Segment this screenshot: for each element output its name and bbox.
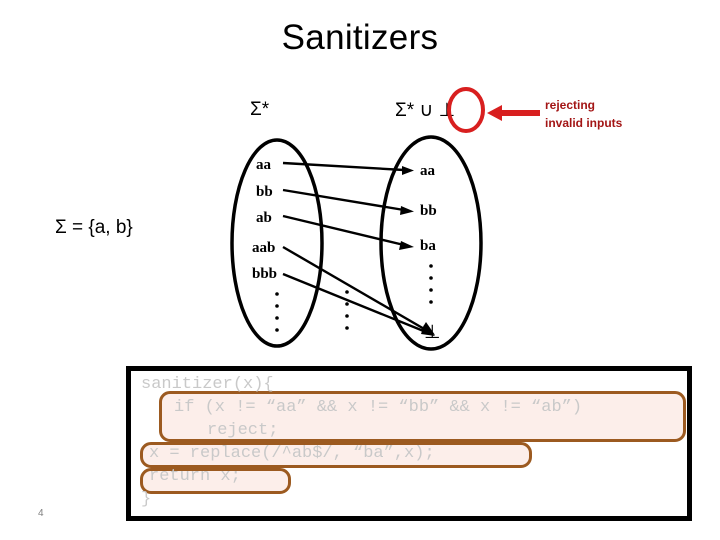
mapping-arrow-bb-to-bb xyxy=(282,188,414,215)
mapping-arrow-aa-to-aa xyxy=(282,161,414,175)
red-pointer-arrow xyxy=(487,105,540,121)
code-line-closing-brace: } xyxy=(141,490,152,509)
left-element-aab: aab xyxy=(252,240,275,256)
mapping-arrow-aab-to-bottom xyxy=(282,245,435,335)
code-block: sanitizer(x){ if (x != “aa” && x != “bb”… xyxy=(126,366,692,521)
left-element-bb: bb xyxy=(256,184,273,200)
code-block-content: sanitizer(x){ if (x != “aa” && x != “bb”… xyxy=(131,371,687,516)
right-set-label: Σ* ∪ ⊥ xyxy=(395,100,456,121)
right-set-ellipsis xyxy=(429,264,433,304)
code-line-replace: x = replace(/^ab$/, “ba”,x); xyxy=(149,444,435,463)
left-element-aa: aa xyxy=(256,157,272,173)
left-set-ellipse xyxy=(230,138,324,348)
rejecting-invalid-inputs-annotation: rejecting invalid inputs xyxy=(545,96,705,132)
right-element-aa: aa xyxy=(420,163,436,179)
code-line-if: if (x != “aa” && x != “bb” && x != “ab”) xyxy=(174,398,583,417)
right-element-bottom: ⊥ xyxy=(424,322,441,343)
right-element-ba: ba xyxy=(420,238,436,254)
page-title: Sanitizers xyxy=(281,18,439,57)
slide-canvas: Sanitizers Σ* Σ* ∪ ⊥ Σ = {a, b} rejectin… xyxy=(0,0,720,540)
left-element-ab: ab xyxy=(256,210,272,226)
left-set-label: Σ* xyxy=(250,99,270,120)
right-element-bb: bb xyxy=(420,203,437,219)
left-set-ellipsis xyxy=(275,292,279,332)
annotation-line-1: rejecting xyxy=(545,98,596,112)
slide-page-number: 4 xyxy=(38,508,44,519)
left-element-bbb: bbb xyxy=(252,266,277,282)
code-line-reject: reject; xyxy=(207,421,279,440)
annotation-line-2: invalid inputs xyxy=(545,116,623,130)
mapping-arrow-bbb-to-bottom xyxy=(282,272,435,336)
middle-ellipsis xyxy=(345,290,349,330)
right-set-ellipse xyxy=(379,135,483,351)
code-line-sanitizer: sanitizer(x){ xyxy=(141,375,274,394)
alphabet-definition-label: Σ = {a, b} xyxy=(55,217,133,238)
mapping-arrow-ab-to-ba xyxy=(282,214,414,250)
code-line-return: return x; xyxy=(149,467,241,486)
